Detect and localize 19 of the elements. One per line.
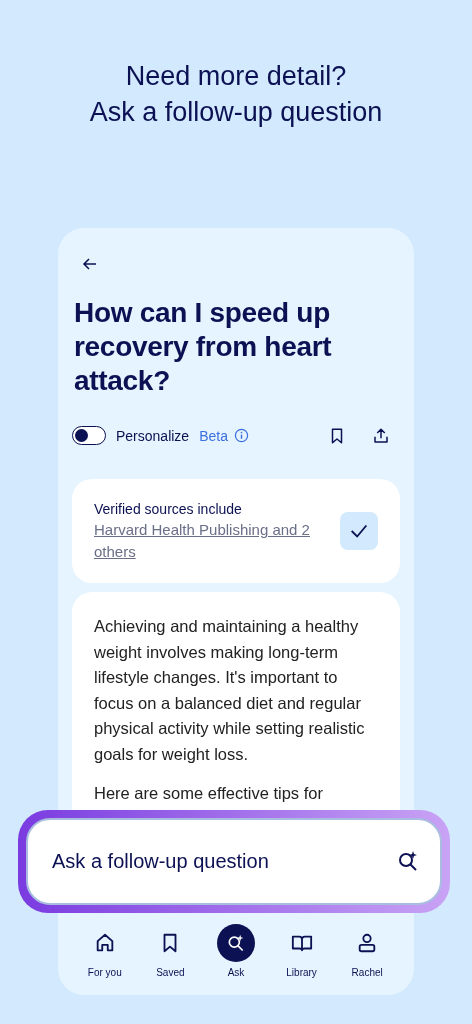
nav-item[interactable]: Ask [206,914,266,978]
question-title: How can I speed up recovery from heart attack? [74,296,333,398]
sources-link[interactable]: Harvard Health Publishing and 2 others [94,519,314,563]
share-icon[interactable] [372,426,390,445]
back-arrow-icon[interactable] [82,256,98,272]
answer-paragraph: Achieving and maintaining a healthy weight involves making long-term lifestyle changes. It's important to focus on a balanced diet and regular physical activity while setting realistic goals for weight loss. [94,616,366,765]
sources-heading: Verified sources include [94,500,243,519]
beta-label: Beta [199,427,228,444]
nav-item[interactable]: Rachel [337,914,398,978]
nav-item[interactable]: Saved [140,914,201,978]
answer-paragraph: Here are some effective tips for [94,783,324,804]
headline: Ask a follow-up question [88,96,384,129]
personalize-label: Personalize [116,427,190,444]
nav-item[interactable]: For you [74,914,135,978]
headline: Need more detail? [124,60,348,93]
follow-up-field[interactable]: Ask a follow-up question [26,818,442,905]
personalize-toggle[interactable] [72,426,106,445]
info-icon[interactable] [233,428,249,443]
nav-item[interactable]: Library [271,914,332,978]
